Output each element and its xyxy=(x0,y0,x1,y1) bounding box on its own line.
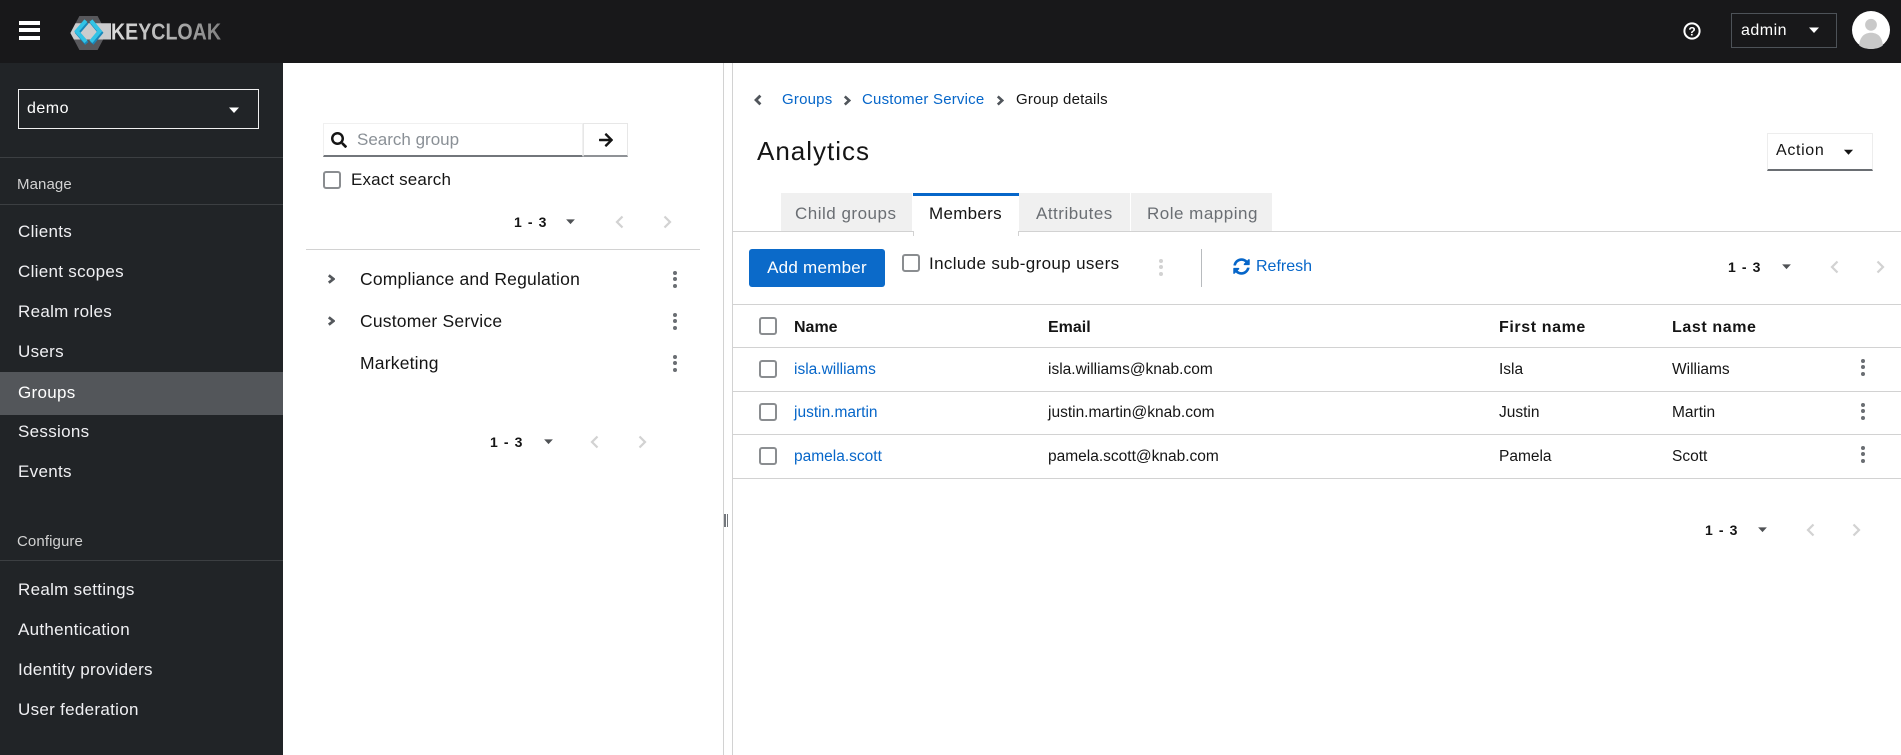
svg-text:KEYCLOAK: KEYCLOAK xyxy=(111,19,221,45)
svg-text:?: ? xyxy=(1688,24,1695,38)
